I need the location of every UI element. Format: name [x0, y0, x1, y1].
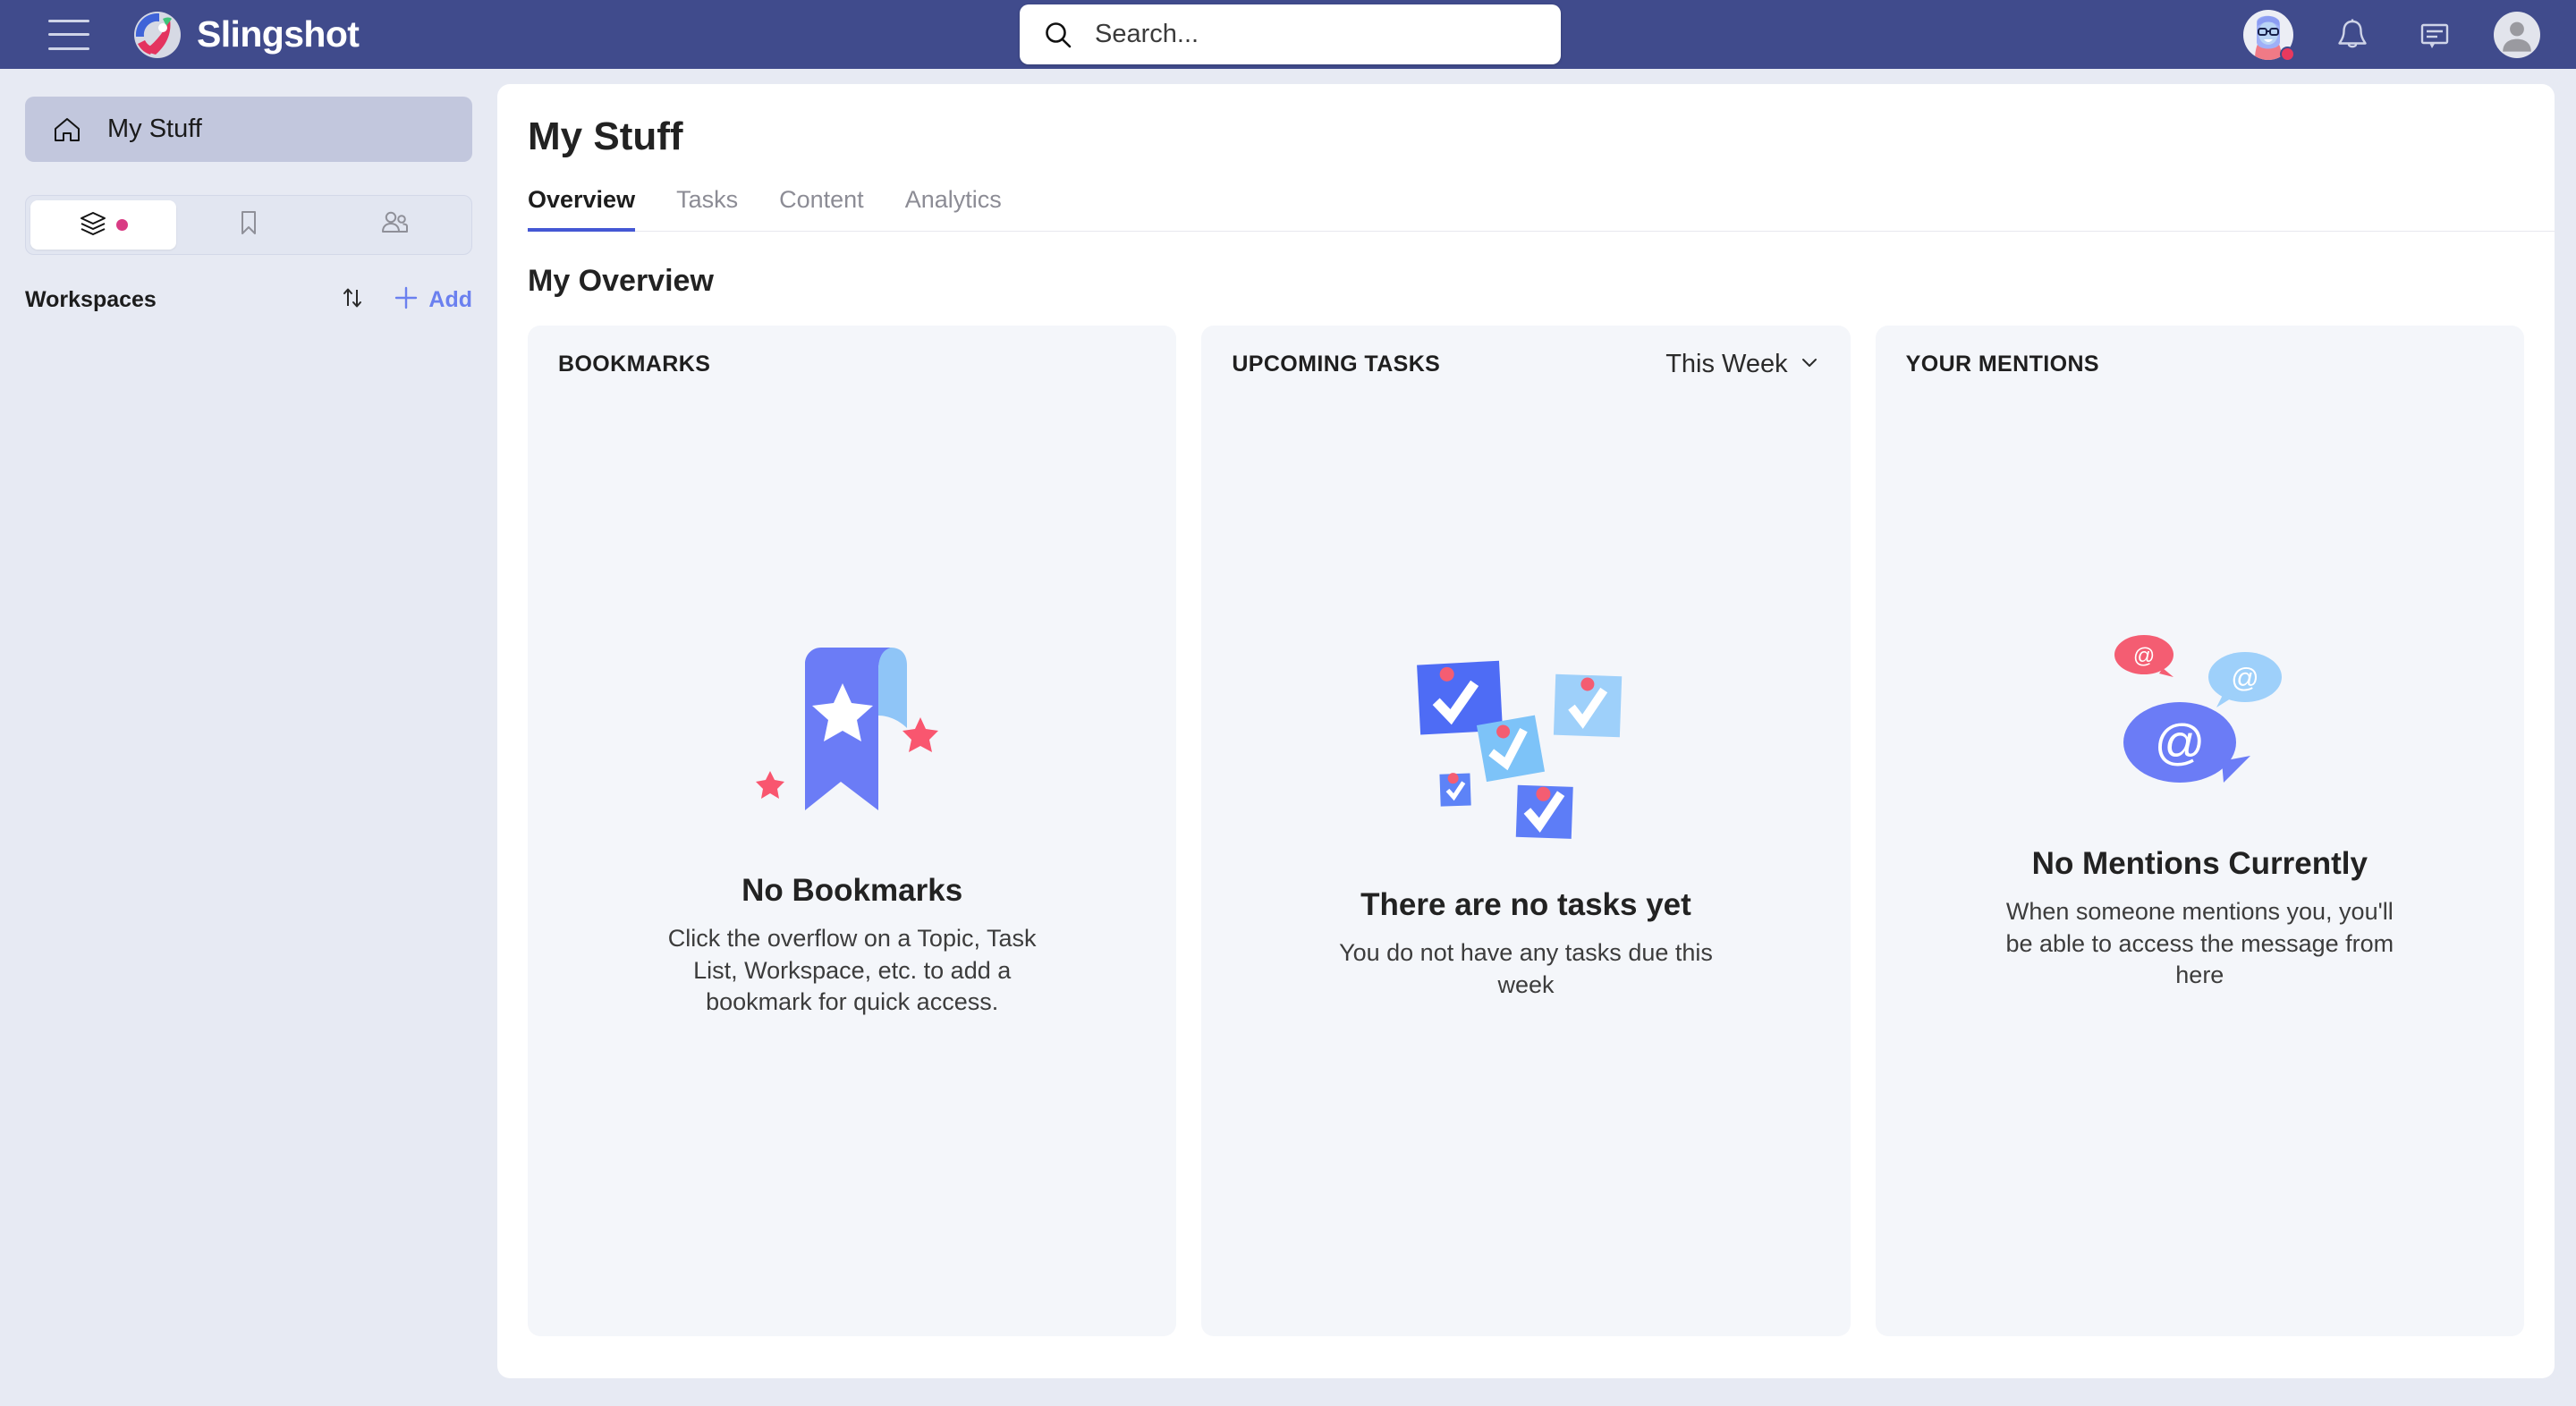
sticky-notes-checkmarks-illustration-icon — [1401, 639, 1651, 844]
tasks-timeframe-label: This Week — [1665, 349, 1788, 378]
bookmark-icon — [233, 208, 264, 242]
bell-icon[interactable] — [2329, 12, 2376, 58]
profile-avatar-icon[interactable] — [2494, 11, 2540, 58]
layers-icon — [78, 208, 108, 242]
main-tabs: Overview Tasks Content Analytics — [528, 186, 2555, 232]
plus-icon — [391, 283, 421, 318]
tasks-empty-subtitle: You do not have any tasks due this week — [1339, 939, 1713, 998]
card-your-mentions-title: YOUR MENTIONS — [1905, 351, 2099, 377]
user-avatar-badge[interactable] — [2243, 9, 2295, 62]
search-box[interactable] — [1020, 4, 1561, 64]
chat-bubble-icon[interactable] — [2411, 12, 2458, 58]
card-bookmarks-title: BOOKMARKS — [558, 351, 711, 377]
svg-text:@: @ — [2232, 662, 2259, 693]
workspaces-unread-dot — [116, 219, 129, 231]
sidebar-item-my-stuff[interactable]: My Stuff — [25, 97, 472, 162]
sort-arrows-icon[interactable] — [337, 283, 368, 318]
card-bookmarks: BOOKMARKS No Bookmarks Click the overflo… — [528, 326, 1177, 1336]
top-bar: Slingshot — [0, 0, 2576, 69]
workspaces-title: Workspaces — [25, 286, 157, 312]
workspaces-section-header: Workspaces Add — [25, 280, 472, 319]
svg-text:@: @ — [2155, 714, 2206, 770]
sidebar-tab-bookmarks[interactable] — [176, 200, 322, 250]
brand[interactable]: Slingshot — [132, 10, 360, 60]
people-icon — [379, 208, 410, 242]
brand-name: Slingshot — [197, 13, 360, 55]
overview-cards: BOOKMARKS No Bookmarks Click the overflo… — [528, 326, 2524, 1336]
bookmarks-empty-state: No Bookmarks Click the overflow on a Top… — [528, 621, 1176, 1019]
tab-content[interactable]: Content — [779, 186, 864, 232]
page-title: My Stuff — [528, 114, 683, 158]
overview-heading: My Overview — [528, 264, 714, 298]
card-upcoming-tasks-header: UPCOMING TASKS This Week — [1201, 326, 1850, 402]
sidebar-item-my-stuff-label: My Stuff — [107, 114, 202, 143]
tasks-empty-title: There are no tasks yet — [1360, 887, 1691, 922]
card-upcoming-tasks-title: UPCOMING TASKS — [1232, 351, 1441, 377]
svg-text:@: @ — [2133, 644, 2155, 668]
tab-tasks[interactable]: Tasks — [676, 186, 738, 232]
mentions-empty-subtitle: When someone mentions you, you'll be abl… — [2005, 898, 2394, 989]
tasks-timeframe-dropdown[interactable]: This Week — [1665, 350, 1819, 379]
card-upcoming-tasks: UPCOMING TASKS This Week There are no ta… — [1201, 326, 1851, 1336]
add-workspace-label: Add — [428, 286, 472, 312]
main-panel: My Stuff Overview Tasks Content Analytic… — [497, 84, 2555, 1378]
bookmark-ribbon-illustration-icon — [741, 621, 964, 826]
hamburger-menu-icon[interactable] — [48, 19, 89, 50]
notification-dot — [2280, 46, 2295, 62]
bookmarks-empty-subtitle: Click the overflow on a Topic, Task List… — [667, 925, 1037, 1016]
sidebar: My Stuff Workspaces Add — [0, 69, 497, 1406]
bookmarks-empty-title: No Bookmarks — [741, 873, 963, 908]
tab-overview[interactable]: Overview — [528, 186, 636, 232]
slingshot-rocket-logo-icon — [132, 10, 182, 60]
home-icon — [52, 114, 82, 145]
card-your-mentions: YOUR MENTIONS @ @ @ No Mentions Currentl… — [1875, 326, 2524, 1336]
sidebar-tab-workspaces[interactable] — [30, 200, 176, 250]
tasks-empty-state: There are no tasks yet You do not have a… — [1201, 639, 1850, 1001]
mentions-empty-title: No Mentions Currently — [2031, 846, 2368, 881]
search-input[interactable] — [1095, 12, 1506, 57]
topbar-actions — [2243, 0, 2540, 69]
add-workspace-button[interactable]: Add — [391, 283, 472, 318]
sidebar-tab-people[interactable] — [321, 200, 467, 250]
sidebar-segmented-tabs — [25, 195, 472, 255]
card-your-mentions-header: YOUR MENTIONS — [1876, 326, 2524, 402]
card-bookmarks-header: BOOKMARKS — [528, 326, 1176, 402]
tab-analytics[interactable]: Analytics — [905, 186, 1002, 232]
at-mention-bubbles-illustration-icon: @ @ @ — [2088, 621, 2311, 800]
mentions-empty-state: @ @ @ No Mentions Currently When someone… — [1876, 621, 2524, 992]
search-icon — [1043, 20, 1073, 50]
chevron-down-icon — [1799, 352, 1820, 377]
